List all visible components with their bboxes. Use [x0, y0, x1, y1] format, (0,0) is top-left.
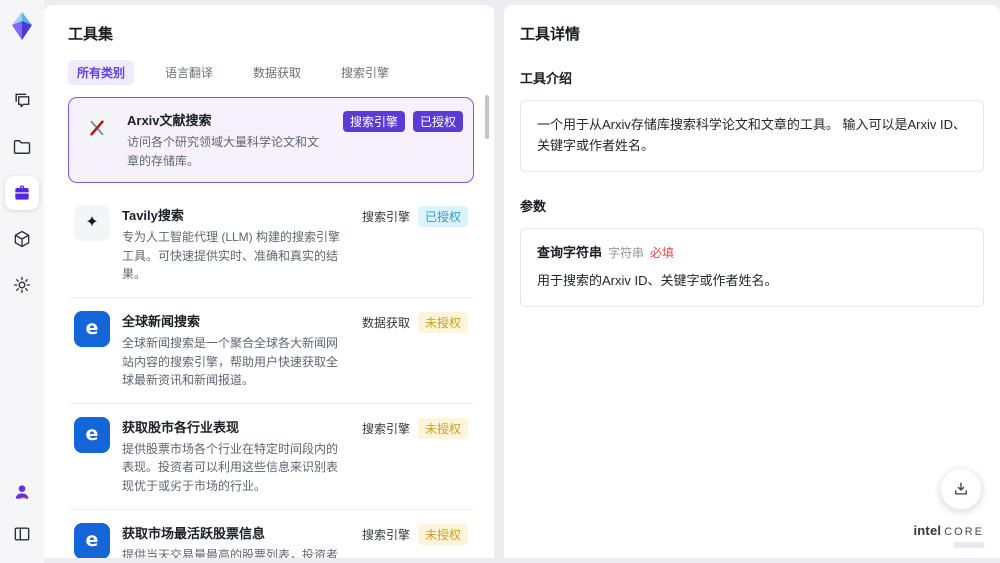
- tool-category-tag: 搜索引擎: [361, 421, 410, 436]
- tab-search-engine[interactable]: 搜索引擎: [332, 60, 398, 85]
- user-icon: [12, 482, 32, 502]
- tool-category-tag: 数据获取: [361, 315, 410, 330]
- tool-description: 专为人工智能代理 (LLM) 构建的搜索引擎工具。可快速提供实时、准确和真实的结…: [122, 230, 341, 282]
- tab-all-categories[interactable]: 所有类别: [68, 60, 135, 85]
- diamond-logo-icon: [12, 12, 32, 40]
- param-description: 用于搜索的Arxiv ID、关键字或作者姓名。: [537, 273, 778, 289]
- tool-description: 全球新闻搜索是一个聚合全球各大新闻网站内容的搜索引擎，帮助用户快速获取全球最新资…: [122, 335, 339, 388]
- folder-icon: [12, 137, 32, 157]
- blue-app-icon: e: [74, 522, 110, 558]
- sidebar-item-user[interactable]: [5, 475, 39, 509]
- tool-info: 全球新闻搜索全球新闻搜索是一个聚合全球各大新闻网站内容的搜索引擎，帮助用户快速获…: [122, 311, 350, 390]
- intro-heading: 工具介绍: [520, 71, 573, 86]
- cube-icon: [12, 229, 32, 249]
- gear-icon: [12, 275, 32, 295]
- tab-data-fetch[interactable]: 数据获取: [244, 60, 310, 85]
- arxiv-logo-icon: [79, 110, 115, 146]
- tool-tags: 搜索引擎 未授权: [362, 417, 468, 439]
- tavily-star-icon: ✦: [74, 205, 110, 242]
- param-required-flag: 必填: [650, 245, 675, 260]
- sidebar-bottom: [5, 475, 39, 563]
- tool-list-item[interactable]: Arxiv文献搜索 访问各个研究领域大量科学论文和文章的存储库。 搜索引擎 已授权: [68, 97, 474, 184]
- intel-core-logo: intel core: [913, 523, 984, 548]
- intel-ultra-watermark: [954, 542, 984, 548]
- panel-icon: [12, 524, 32, 544]
- tool-tags: 数据获取 未授权: [362, 311, 468, 333]
- tool-auth-badge: 未授权: [417, 311, 468, 333]
- blue-app-icon: e: [74, 416, 110, 453]
- tool-list-item[interactable]: e 获取股市各行业表现提供股票市场各个行业在特定时间段内的表现。投资者可以利用这些…: [68, 404, 474, 510]
- tool-tags: 搜索引擎 已授权: [361, 205, 468, 228]
- tool-name: 获取股市各行业表现: [122, 419, 240, 435]
- app-window: 工具集 所有类别 语言翻译 数据获取 搜索引擎 Arxiv文献搜索 访问各个研究领域大量…: [0, 0, 1000, 563]
- tool-info: Arxiv文献搜索访问各个研究领域大量科学论文和文章的存储库。: [127, 110, 331, 170]
- sidebar-item-packages[interactable]: [5, 222, 39, 256]
- tool-list-item[interactable]: e 全球新闻搜索全球新闻搜索是一个聚合全球各大新闻网站内容的搜索引擎，帮助用户快速…: [68, 298, 474, 404]
- tool-description: 提供股票市场各个行业在特定时间段内的表现。投资者可以利用这些信息来识别表现优于或…: [122, 441, 339, 493]
- download-icon: [952, 480, 970, 498]
- tool-list: Arxiv文献搜索 访问各个研究领域大量科学论文和文章的存储库。 搜索引擎 已授权 ✦ T…: [68, 97, 474, 558]
- tool-name: Tavily搜索: [122, 208, 184, 224]
- param-card: 查询字符串 字符串 必填 用于搜索的Arxiv ID、关键字或作者姓名。: [520, 227, 984, 308]
- tool-category-tag: 搜索引擎: [361, 210, 410, 225]
- param-type: 字符串: [608, 245, 645, 260]
- tool-list-item[interactable]: ✦ Tavily搜索专为人工智能代理 (LLM) 构建的搜索引擎工具。可快速提供实…: [68, 192, 474, 298]
- tool-name: 获取市场最活跃股票信息: [122, 525, 266, 541]
- tool-info: 获取股市各行业表现提供股票市场各个行业在特定时间段内的表现。投资者可以利用这些信…: [122, 417, 350, 496]
- category-tabs: 所有类别 语言翻译 数据获取 搜索引擎: [68, 60, 474, 85]
- intro-card: 一个用于从Arxiv存储库搜索科学论文和文章的工具。 输入可以是Arxiv ID…: [520, 100, 984, 172]
- tool-list-item[interactable]: e 获取市场最活跃股票信息提供当天交易量最高的股票列表，投资者可以利用这些信息来识…: [68, 510, 474, 558]
- tool-tags: 搜索引擎 已授权: [342, 110, 463, 132]
- sidebar-item-settings[interactable]: [5, 268, 39, 302]
- tool-category-tag: 搜索引擎: [342, 111, 405, 132]
- download-button[interactable]: [940, 468, 982, 510]
- tool-name: Arxiv文献搜索: [127, 113, 212, 128]
- params-heading: 参数: [520, 198, 547, 214]
- intel-brand-text: intel: [913, 522, 942, 538]
- blue-app-icon: e: [74, 310, 110, 347]
- core-brand-text: core: [944, 525, 984, 538]
- sidebar-item-collapse-panel[interactable]: [5, 517, 39, 551]
- tool-auth-badge: 未授权: [417, 417, 468, 439]
- details-title: 工具详情: [520, 26, 581, 43]
- details-panel: 工具详情 工具介绍 一个用于从Arxiv存储库搜索科学论文和文章的工具。 输入可…: [504, 5, 1000, 558]
- app-logo[interactable]: [8, 10, 36, 42]
- param-header: 查询字符串 字符串 必填: [537, 243, 967, 264]
- tool-name: 全球新闻搜索: [122, 313, 201, 329]
- tools-panel: 工具集 所有类别 语言翻译 数据获取 搜索引擎 Arxiv文献搜索 访问各个研究领域大量…: [44, 5, 494, 558]
- sidebar-item-toolbox[interactable]: [5, 176, 39, 210]
- param-name: 查询字符串: [537, 244, 603, 260]
- intro-text: 一个用于从Arxiv存储库搜索科学论文和文章的工具。 输入可以是Arxiv ID…: [537, 117, 967, 153]
- tool-info: Tavily搜索专为人工智能代理 (LLM) 构建的搜索引擎工具。可快速提供实时…: [122, 205, 350, 284]
- main-content: 工具集 所有类别 语言翻译 数据获取 搜索引擎 Arxiv文献搜索 访问各个研究领域大量…: [44, 0, 1000, 558]
- page-title: 工具集: [68, 26, 114, 43]
- tool-auth-badge: 未授权: [417, 523, 468, 545]
- tool-info: 获取市场最活跃股票信息提供当天交易量最高的股票列表，投资者可以利用这些信息来识别…: [122, 523, 350, 558]
- tool-auth-badge: 已授权: [412, 111, 463, 132]
- sidebar-item-folder[interactable]: [5, 130, 39, 164]
- scrollbar-thumb[interactable]: [485, 95, 489, 139]
- tool-description: 访问各个研究领域大量科学论文和文章的存储库。: [127, 135, 320, 168]
- sidebar: [0, 0, 44, 563]
- tool-tags: 搜索引擎 未授权: [362, 523, 468, 545]
- tool-category-tag: 搜索引擎: [361, 527, 410, 542]
- sidebar-item-chat[interactable]: [5, 84, 39, 118]
- sidebar-nav: [5, 84, 39, 302]
- chat-icon: [12, 91, 32, 111]
- tool-auth-badge: 已授权: [417, 206, 468, 228]
- tab-language-translation[interactable]: 语言翻译: [156, 60, 222, 85]
- briefcase-icon: [12, 183, 32, 203]
- tool-description: 提供当天交易量最高的股票列表，投资者可以利用这些信息来识别流动性强的股票和潜在的…: [122, 547, 339, 558]
